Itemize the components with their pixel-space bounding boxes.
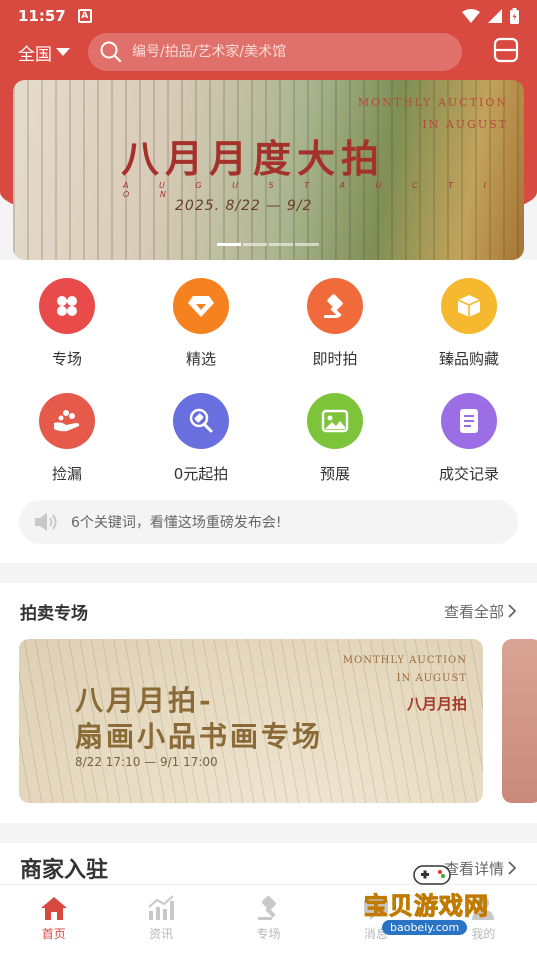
search-icon: [100, 41, 122, 63]
speaker-icon: [35, 513, 57, 531]
search-header: 全国: [0, 32, 537, 72]
category-instant-auction[interactable]: 即时拍: [268, 278, 402, 369]
section-title: 拍卖专场: [20, 603, 88, 624]
promo-banner[interactable]: MONTHLY AUCTION IN AUGUST 八月月度大拍 A U G U…: [13, 80, 524, 260]
auction-english-line1: MONTHLY AUCTION: [342, 655, 467, 666]
banner-dates: 2025. 8/22 — 9/2: [175, 198, 313, 214]
announcement-text: 6个关键词，看懂这场重磅发布会!: [71, 515, 282, 531]
auction-card-next[interactable]: [502, 639, 537, 803]
status-time: 11:57: [18, 7, 66, 25]
banner-pager: [217, 243, 319, 246]
tab-label: 专场: [256, 927, 281, 941]
view-all-label: 查看全部: [443, 602, 504, 621]
banner-english-line2: IN AUGUST: [422, 118, 508, 131]
document-icon: [441, 393, 497, 449]
search-box[interactable]: [88, 33, 462, 71]
merchant-title: 商家入驻: [20, 858, 109, 883]
auction-tag: 八月月拍: [406, 695, 467, 713]
chevron-right-icon: [508, 604, 517, 618]
grid-icon: [39, 278, 95, 334]
category-deal-records[interactable]: 成交记录: [402, 393, 536, 484]
status-icons: [462, 8, 519, 24]
status-bar: 11:57 A: [0, 0, 537, 32]
category-premium-collection[interactable]: 臻品购藏: [402, 278, 536, 369]
banner-title: 八月月度大拍: [121, 136, 386, 181]
image-icon: [307, 393, 363, 449]
region-selector[interactable]: 全国: [18, 40, 70, 65]
category-bargain[interactable]: 捡漏: [0, 393, 134, 484]
banner-subtitle: A U G U S T A U C T I O N: [123, 181, 500, 199]
announcement-bar[interactable]: 6个关键词，看懂这场重磅发布会!: [19, 500, 518, 544]
pager-dot: [269, 243, 293, 246]
category-label: 预展: [319, 465, 350, 483]
auction-english-line2: IN AUGUST: [396, 673, 467, 684]
category-featured[interactable]: 精选: [134, 278, 268, 369]
hand-icon: [39, 393, 95, 449]
pager-dot-active: [217, 243, 241, 246]
category-preview[interactable]: 预展: [268, 393, 402, 484]
category-label: 捡漏: [51, 465, 82, 483]
region-label: 全国: [18, 44, 52, 65]
tab-special[interactable]: 专场: [215, 885, 322, 956]
pager-dot: [295, 243, 319, 246]
category-grid: 专场 精选 即时拍 臻品购藏 捡漏 0元起拍 预展 成交记录: [0, 278, 537, 484]
auction-time: 8/22 17:10 — 9/1 17:00: [75, 755, 218, 769]
auction-section-header: 拍卖专场 查看全部: [0, 583, 537, 639]
watermark-url: baobeiy.com: [382, 920, 468, 935]
notification-a-icon: A: [77, 9, 92, 23]
home-icon: [40, 897, 67, 920]
tab-label: 资讯: [149, 927, 174, 941]
category-label: 精选: [185, 350, 216, 368]
search-input[interactable]: [132, 44, 432, 60]
battery-icon: [510, 8, 519, 24]
scan-icon: [493, 37, 519, 63]
site-watermark: 宝贝游戏网 baobeiy.com: [360, 862, 510, 944]
view-all-link[interactable]: 查看全部: [444, 601, 517, 622]
box-icon: [441, 278, 497, 334]
auction-title-line2: 扇画小品书画专场: [75, 720, 324, 753]
chart-icon: [148, 895, 175, 920]
category-label: 专场: [51, 350, 82, 368]
tab-home[interactable]: 首页: [0, 885, 107, 956]
banner-english-line1: MONTHLY AUCTION: [357, 96, 508, 109]
auction-icon: [173, 393, 229, 449]
pager-dot: [243, 243, 267, 246]
signal-icon: [488, 9, 502, 23]
category-menu: 专场 精选 即时拍 臻品购藏 捡漏 0元起拍 预展 成交记录 6个关键词，看懂这…: [0, 260, 537, 563]
caret-down-icon: [56, 48, 70, 56]
category-special[interactable]: 专场: [0, 278, 134, 369]
auction-card[interactable]: MONTHLY AUCTION IN AUGUST 八月月拍 八月月拍- 扇画小…: [19, 639, 483, 803]
auction-title-line1: 八月月拍-: [75, 684, 214, 717]
gamepad-icon: [413, 865, 451, 885]
category-label: 成交记录: [438, 465, 499, 483]
tab-news[interactable]: 资讯: [107, 885, 214, 956]
gavel-icon: [307, 278, 363, 334]
tab-label: 首页: [41, 927, 66, 941]
gavel-icon: [257, 896, 276, 920]
auction-section: 拍卖专场 查看全部 MONTHLY AUCTION IN AUGUST 八月月拍…: [0, 583, 537, 823]
wifi-icon: [462, 9, 480, 23]
category-label: 臻品购藏: [438, 350, 499, 368]
diamond-icon: [173, 278, 229, 334]
category-label: 即时拍: [312, 350, 358, 368]
watermark-text: 宝贝游戏网: [364, 892, 489, 921]
category-zero-start[interactable]: 0元起拍: [134, 393, 268, 484]
category-label: 0元起拍: [173, 465, 229, 483]
scan-button[interactable]: [493, 37, 519, 67]
